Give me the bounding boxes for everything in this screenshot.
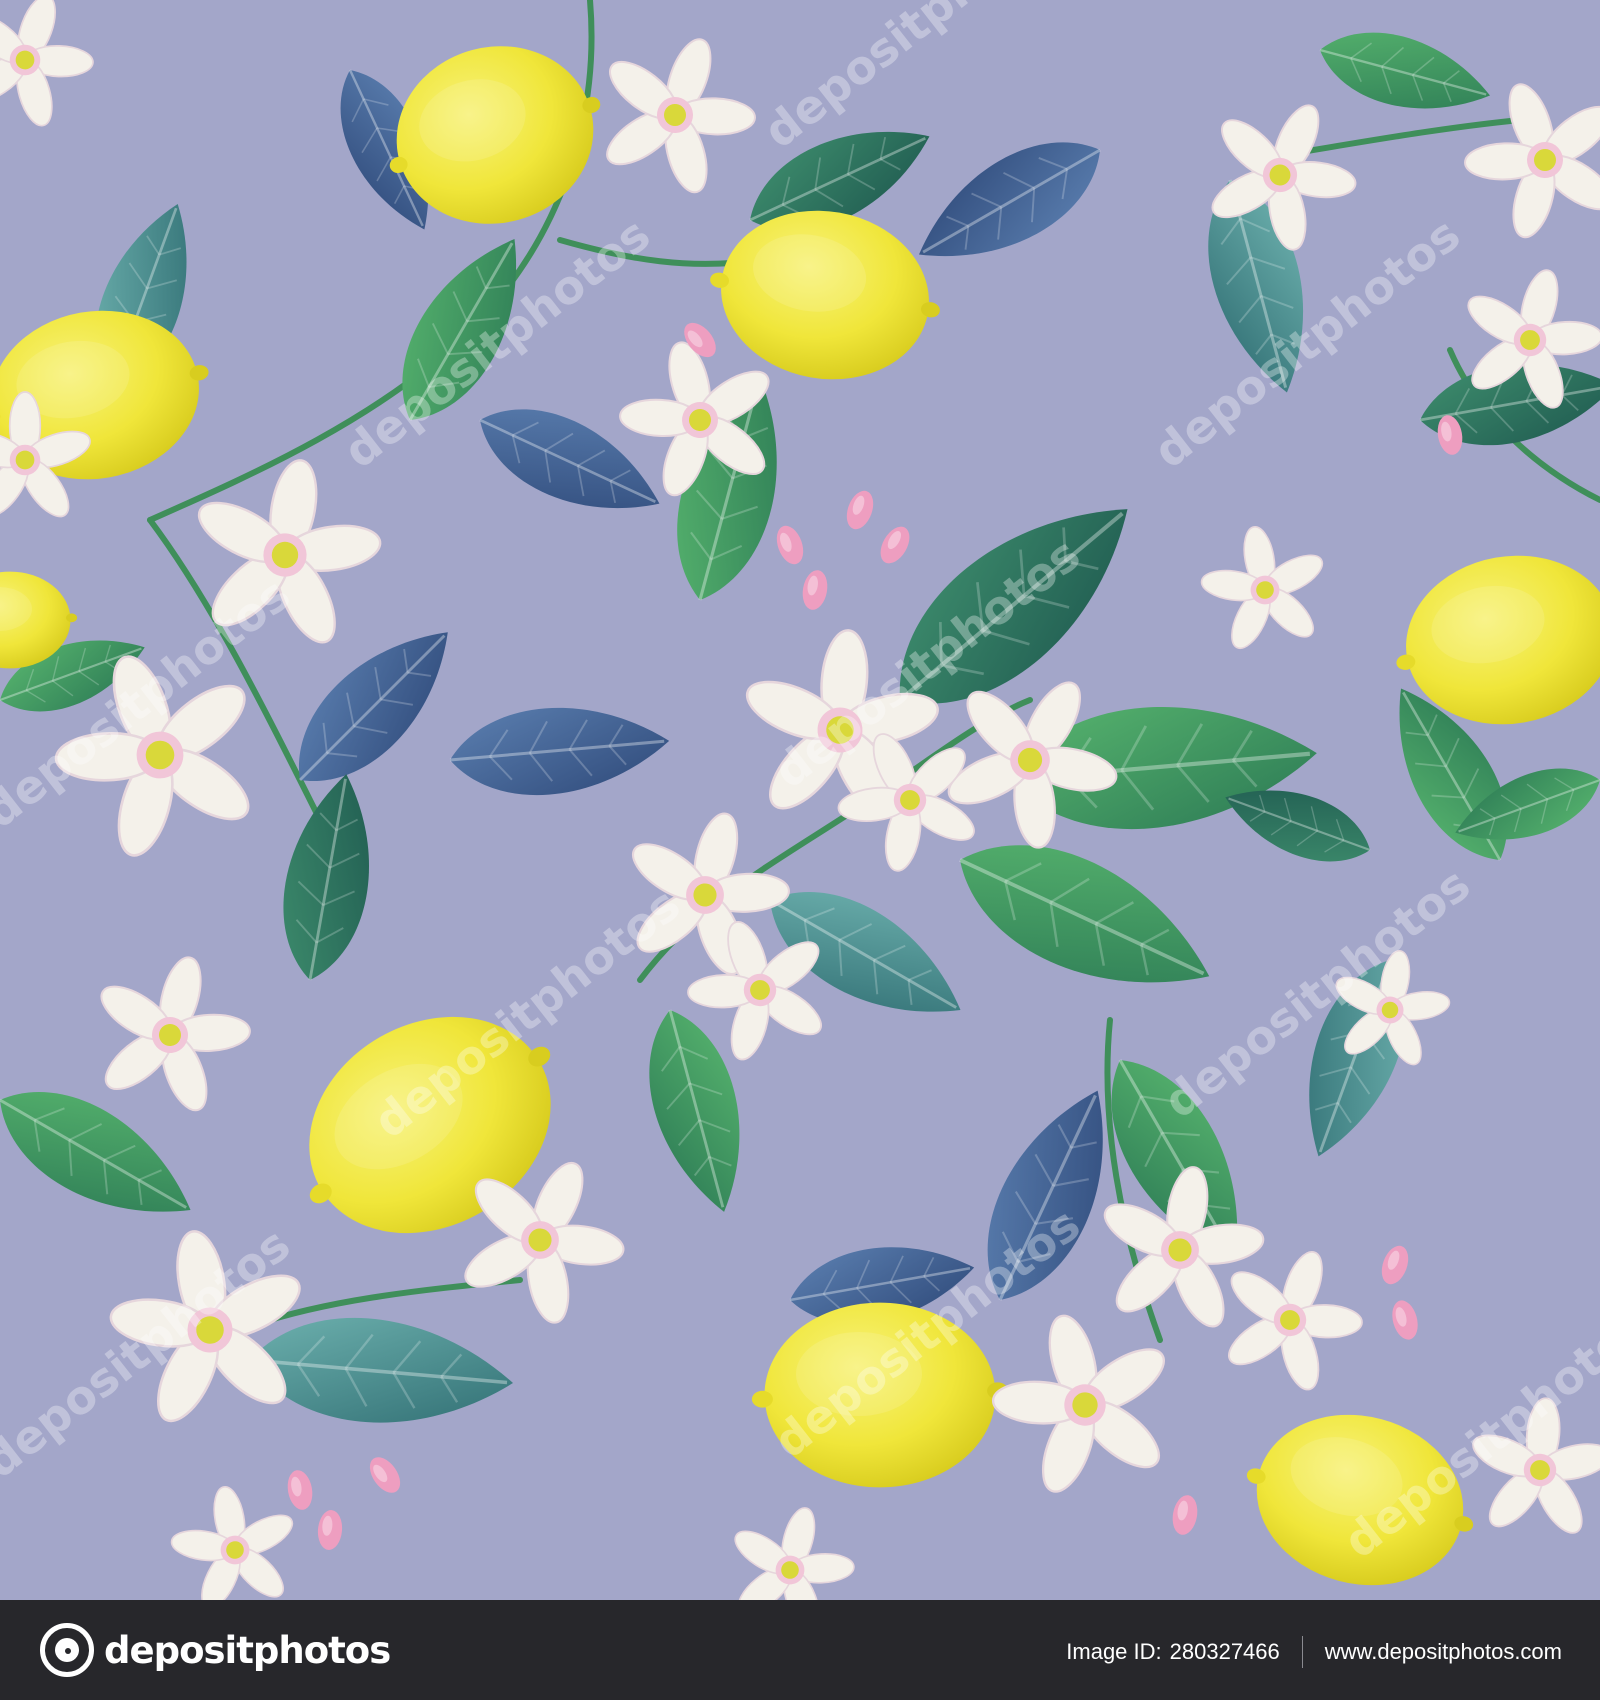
image-id-label: Image ID: [1066, 1639, 1162, 1664]
meta-divider [1301, 1636, 1303, 1668]
image-id-value: 280327466 [1169, 1639, 1280, 1664]
footer-bar: depositphotos Image ID: 280327466 www.de… [0, 1600, 1600, 1700]
depositphotos-logo[interactable]: depositphotos [40, 1622, 391, 1678]
image-meta: Image ID: 280327466 www.depositphotos.co… [1066, 1636, 1562, 1668]
brand-name: depositphotos [104, 1628, 391, 1672]
site-url[interactable]: www.depositphotos.com [1325, 1639, 1562, 1665]
lemon-pattern-artwork: depositphotos depositphotos depositphoto… [0, 0, 1600, 1600]
depositphotos-logo-icon [40, 1623, 94, 1677]
